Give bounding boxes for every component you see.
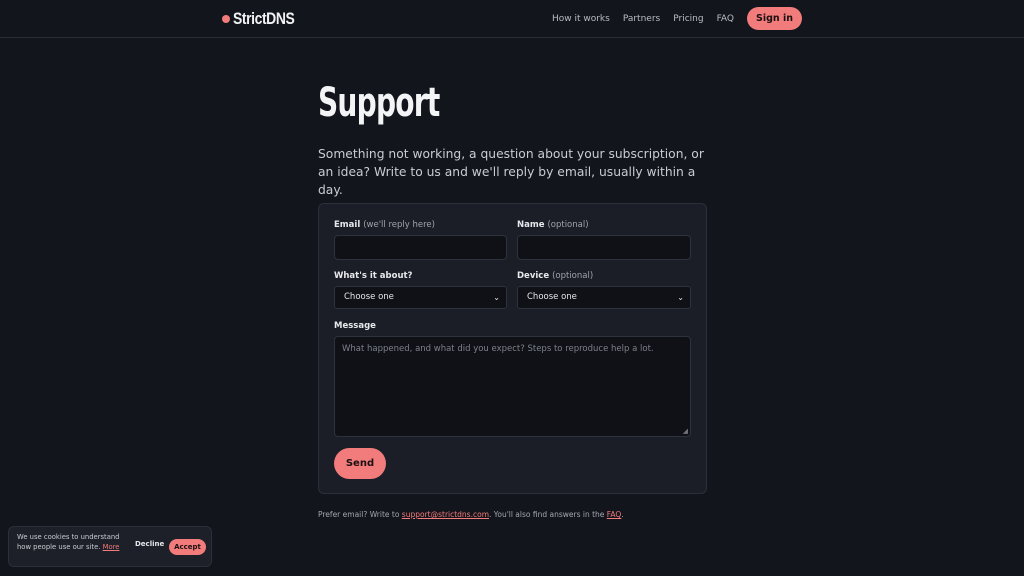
email-hint: (we'll reply here) [363,220,435,230]
cookie-text: We use cookies to understand how people … [17,533,127,553]
page-intro: Something not working, a question about … [318,147,704,197]
nav-faq[interactable]: FAQ [717,14,734,24]
send-button[interactable]: Send [334,448,386,479]
nav-partners[interactable]: Partners [623,14,660,24]
device-hint: (optional) [552,271,594,281]
footnote: Prefer email? Write to support@strictdns… [318,510,624,519]
chevron-down-icon: ⌄ [493,293,500,302]
footnote-middle: . You'll also find answers in the [489,510,607,519]
nav-how-it-works[interactable]: How it works [552,14,610,24]
device-label-text: Device [517,271,550,281]
chevron-down-icon: ⌄ [677,293,684,302]
main-nav: How it works Partners Pricing FAQ Sign i… [539,7,802,30]
cookie-decline-button[interactable]: Decline [135,540,164,548]
message-textarea[interactable]: What happened, and what did you expect? … [334,336,691,437]
support-form: Email (we'll reply here) Name (optional)… [318,203,707,494]
topic-select-value: Choose one [344,292,394,302]
name-hint: (optional) [547,220,589,230]
top-navigation-bar: StrictDNS How it works Partners Pricing … [0,0,1024,38]
footnote-prefix: Prefer email? Write to [318,510,402,519]
email-label: Email (we'll reply here) [334,220,435,230]
message-placeholder: What happened, and what did you expect? … [342,344,654,354]
logo-dot-icon [222,15,230,23]
name-field[interactable] [517,235,691,260]
device-select[interactable]: Choose one ⌄ [517,286,691,309]
topic-label: What's it about? [334,271,413,281]
brand-logo[interactable]: StrictDNS [222,9,308,29]
name-label-text: Name [517,220,545,230]
name-label: Name (optional) [517,220,589,230]
device-select-value: Choose one [527,292,577,302]
resize-handle-icon[interactable]: ◢ [683,427,688,435]
footnote-suffix: . [621,510,624,519]
message-label: Message [334,321,376,331]
device-label: Device (optional) [517,271,593,281]
cookie-banner: We use cookies to understand how people … [8,526,212,567]
cookie-accept-button[interactable]: Accept [169,539,206,555]
nav-pricing[interactable]: Pricing [673,14,703,24]
topic-select[interactable]: Choose one ⌄ [334,286,507,309]
page-title: Support [318,80,440,126]
cookie-more-link[interactable]: More [103,543,120,551]
support-email-link[interactable]: support@strictdns.com [402,510,489,519]
brand-name: StrictDNS [233,9,295,28]
sign-in-button[interactable]: Sign in [747,7,802,30]
email-field[interactable] [334,235,507,260]
faq-link[interactable]: FAQ [607,510,622,519]
email-label-text: Email [334,220,361,230]
